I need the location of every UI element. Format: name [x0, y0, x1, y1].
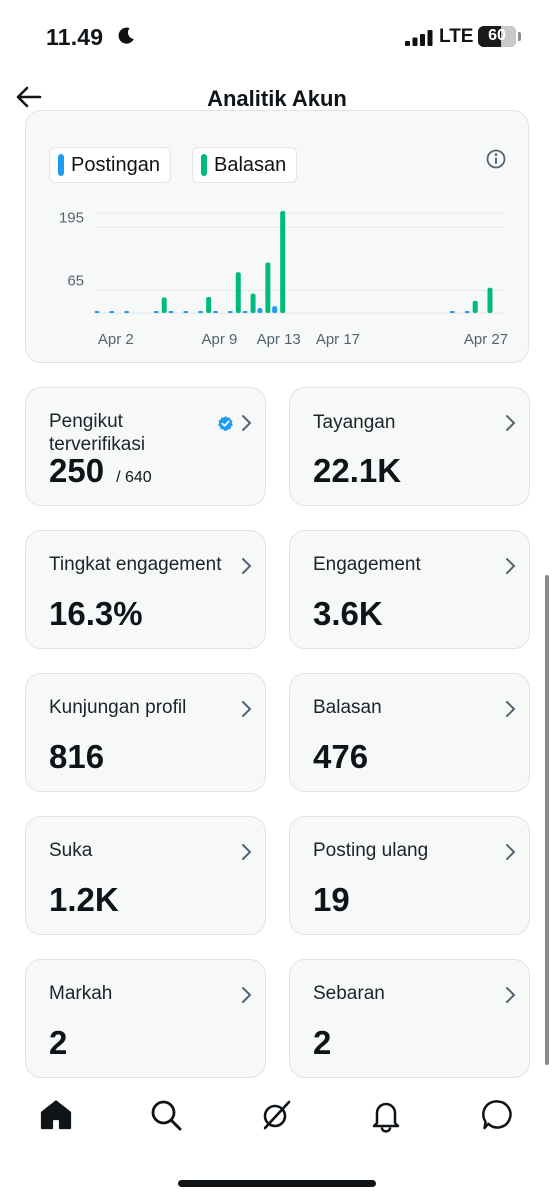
bar-replies: [265, 262, 271, 313]
stat-card-engagements[interactable]: Engagement 3.6K: [289, 530, 530, 649]
stat-value: 22.1K: [313, 452, 402, 489]
x-tick-label: Apr 2: [98, 331, 134, 348]
bar-posts: [242, 311, 248, 313]
battery-level: 60: [488, 27, 506, 44]
bar-replies: [280, 211, 286, 313]
bar-posts: [227, 311, 233, 313]
search-icon[interactable]: [148, 1097, 184, 1133]
stat-label: Markah: [49, 983, 113, 1004]
bar-posts: [153, 311, 159, 313]
bar-posts: [272, 306, 278, 313]
bar-replies: [206, 296, 212, 313]
bar-posts: [464, 311, 470, 313]
bar-replies: [161, 297, 167, 313]
stat-label: Sebaran: [313, 983, 385, 1004]
chevron-right-icon: [506, 987, 515, 1003]
y-tick-label: 195: [59, 209, 84, 226]
stat-card-profile-visits[interactable]: Kunjungan profil 816: [25, 673, 266, 792]
stat-card-impressions[interactable]: Tayangan 22.1K: [289, 387, 530, 506]
stat-value: 3.6K: [313, 595, 383, 632]
legend-posts-swatch: [58, 154, 64, 176]
messages-icon[interactable]: [480, 1097, 516, 1133]
home-icon[interactable]: [38, 1097, 74, 1133]
stat-label: Suka: [49, 840, 93, 861]
legend-replies[interactable]: Balasan: [192, 147, 298, 183]
battery-icon: 60: [478, 26, 516, 47]
network-type: LTE: [439, 26, 474, 47]
bar-posts: [257, 308, 263, 313]
stat-label: Tayangan: [313, 412, 396, 433]
stat-label: Tingkat engagement: [49, 554, 222, 575]
stat-value: 816: [49, 738, 105, 775]
bar-replies: [487, 287, 493, 313]
stat-value: 1.2K: [49, 881, 119, 918]
chevron-right-icon: [242, 558, 251, 574]
stat-value: 2: [313, 1024, 332, 1061]
stat-card-replies[interactable]: Balasan 476: [289, 673, 530, 792]
signal-icon: [405, 30, 433, 46]
status-time: 11.49: [46, 24, 104, 50]
bell-icon[interactable]: [368, 1097, 404, 1133]
stat-label: Engagement: [313, 554, 421, 575]
bar-replies: [235, 272, 241, 313]
chevron-right-icon: [242, 415, 251, 431]
bar-posts: [94, 311, 100, 313]
chevron-right-icon: [242, 844, 251, 860]
stat-value: 250 / 640: [49, 452, 152, 490]
stat-value: 19: [313, 881, 350, 918]
legend-replies-label: Balasan: [214, 153, 287, 176]
stat-card-engagement-rate[interactable]: Tingkat engagement 16.3%: [25, 530, 266, 649]
analytics-chart: 195 65 Apr 2 Apr 9 Apr 13 Apr 17 Apr 27: [59, 209, 508, 348]
y-tick-label: 65: [67, 272, 84, 289]
stat-value-total: / 640: [116, 469, 152, 486]
chart-card: Postingan Balasan 195 65 Apr 2 Apr 9 Apr 13 A…: [25, 110, 529, 363]
chevron-right-icon: [506, 415, 515, 431]
bar-posts: [198, 311, 204, 313]
stat-label: Kunjungan profil: [49, 697, 187, 718]
stat-label: Pengikut terverifikasi: [49, 411, 146, 455]
x-tick-label: Apr 13: [257, 331, 301, 348]
info-icon[interactable]: [485, 148, 507, 170]
bar-posts: [124, 311, 130, 313]
chevron-right-icon: [506, 701, 515, 717]
bar-posts: [183, 311, 189, 313]
bar-posts: [449, 311, 455, 313]
stat-card-bookmarks[interactable]: Markah 2: [25, 959, 266, 1078]
home-indicator: [178, 1180, 376, 1187]
x-tick-label: Apr 9: [202, 331, 238, 348]
legend-posts[interactable]: Postingan: [49, 147, 171, 183]
bar-replies: [472, 300, 478, 313]
stat-card-verified-followers[interactable]: Pengikut terverifikasi 250 / 640: [25, 387, 266, 506]
chevron-right-icon: [506, 558, 515, 574]
bar-posts: [109, 311, 115, 313]
bar-posts: [212, 311, 218, 313]
legend-posts-label: Postingan: [71, 153, 160, 176]
stat-card-likes[interactable]: Suka 1.2K: [25, 816, 266, 935]
bar-posts: [168, 311, 174, 313]
chevron-right-icon: [242, 701, 251, 717]
battery-cap: [518, 32, 521, 41]
stat-card-shares[interactable]: Sebaran 2: [289, 959, 530, 1078]
stat-value-main: 250: [49, 452, 105, 489]
stat-label: Posting ulang: [313, 840, 429, 861]
chevron-right-icon: [506, 844, 515, 860]
status-bar: 11.49 LTE 60: [0, 0, 554, 72]
x-tick-label: Apr 27: [464, 331, 508, 348]
x-tick-label: Apr 17: [316, 331, 360, 348]
page-title: Analitik Akun: [207, 86, 347, 111]
chevron-right-icon: [242, 987, 251, 1003]
stat-value: 476: [313, 738, 369, 775]
moon-icon: [118, 27, 134, 44]
verified-badge-icon: [218, 416, 233, 432]
stat-value: 2: [49, 1024, 68, 1061]
legend-replies-swatch: [201, 154, 207, 176]
scrollbar[interactable]: [545, 575, 549, 1065]
stat-value: 16.3%: [49, 595, 143, 632]
stat-label: Balasan: [313, 697, 382, 718]
stat-card-reposts[interactable]: Posting ulang 19: [289, 816, 530, 935]
bar-replies: [250, 293, 256, 313]
grok-icon[interactable]: [258, 1097, 294, 1133]
